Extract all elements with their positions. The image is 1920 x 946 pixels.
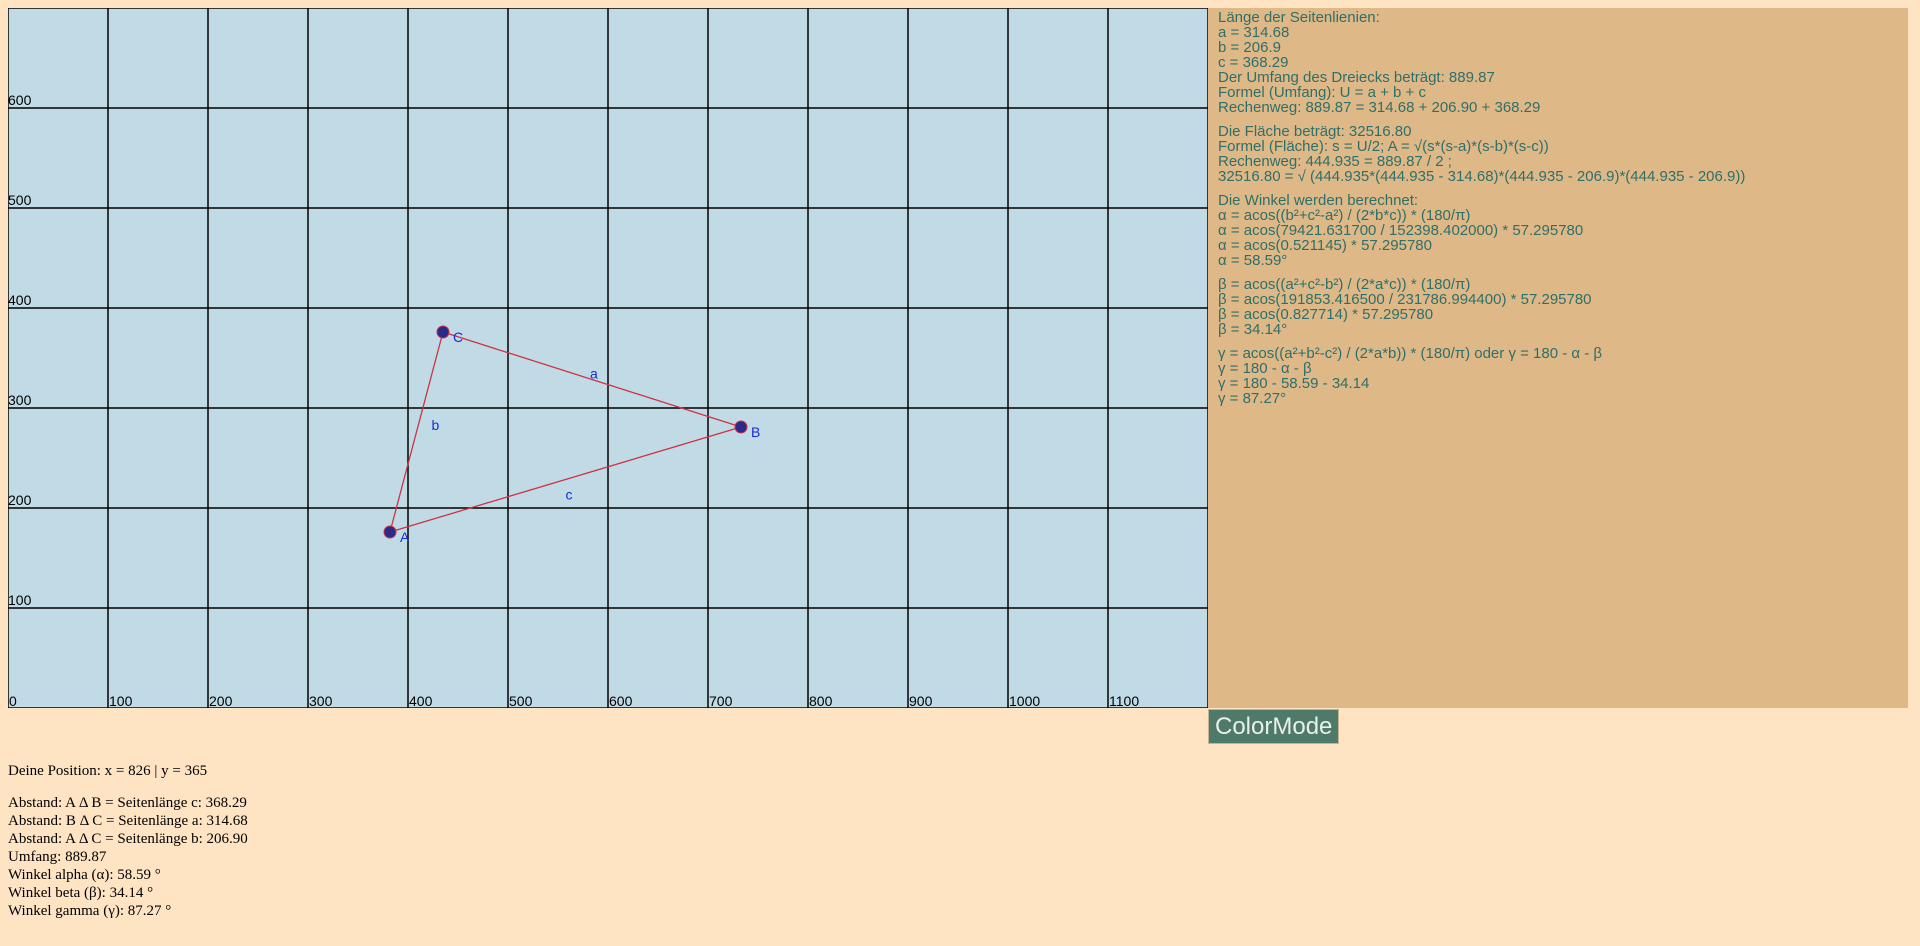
point-B[interactable]: [734, 420, 748, 434]
y-tick-label: 400: [8, 292, 32, 308]
calc-line: Die Fläche beträgt: 32516.80: [1218, 123, 1412, 140]
angle-beta: Winkel beta (β): 34.14 °: [8, 885, 154, 901]
x-tick-label: 800: [809, 693, 833, 708]
y-tick-label: 500: [8, 192, 32, 208]
x-tick-label: 1100: [1109, 693, 1139, 708]
calc-line: Die Winkel werden berechnet:: [1218, 192, 1419, 209]
calc-line: c = 368.29: [1218, 54, 1289, 71]
mouse-position: Deine Position: x = 826 | y = 365: [8, 763, 208, 779]
x-tick-label: 900: [909, 693, 933, 708]
calc-line: α = 58.59°: [1218, 252, 1288, 269]
x-tick-label: 300: [309, 693, 333, 708]
calc-group-0: Länge der Seitenlienien: a = 314.68 b = 20…: [1218, 10, 1898, 115]
point-label-A: A: [400, 529, 410, 545]
calc-line: α = acos(79421.631700 / 152398.402000) *…: [1218, 222, 1584, 239]
calc-line: α = acos((b²+c²-a²) / (2*b*c)) * (180/π): [1218, 207, 1471, 224]
angle-alpha: Winkel alpha (α): 58.59 °: [8, 867, 161, 883]
x-tick-label: 200: [209, 693, 233, 708]
calc-line: β = acos(191853.416500 / 231786.994400) …: [1218, 291, 1592, 308]
y-tick-label: 300: [8, 392, 32, 408]
calc-line: γ = 180 - α - β: [1218, 360, 1312, 377]
calc-line: γ = 87.27°: [1218, 390, 1287, 407]
calc-line: β = acos(0.827714) * 57.295780: [1218, 306, 1434, 323]
point-A[interactable]: [383, 525, 397, 539]
y-tick-label: 600: [8, 92, 32, 108]
calc-group-3: β = acos((a²+c²-b²) / (2*a*c)) * (180/π)…: [1218, 277, 1898, 337]
perimeter: Umfang: 889.87: [8, 849, 107, 865]
calc-group-1: Die Fläche beträgt: 32516.80 Formel (Fläc…: [1218, 124, 1898, 184]
x-tick-label: 600: [609, 693, 633, 708]
point-label-C: C: [453, 329, 463, 345]
side-label-c: c: [566, 487, 573, 503]
side-label-a: a: [590, 366, 598, 382]
calc-line: γ = acos((a²+b²-c²) / (2*a*b)) * (180/π)…: [1218, 345, 1603, 362]
x-tick-label: 0: [9, 693, 17, 708]
x-tick-label: 1000: [1009, 693, 1040, 708]
calc-line: α = acos(0.521145) * 57.295780: [1218, 237, 1432, 254]
y-tick-label: 200: [8, 492, 32, 508]
distance-ac: Abstand: A Δ C = Seitenlänge b: 206.90: [8, 831, 248, 847]
x-tick-label: 100: [109, 693, 133, 708]
distance-bc: Abstand: B Δ C = Seitenlänge a: 314.68: [8, 813, 248, 829]
calc-line: Rechenweg: 889.87 = 314.68 + 206.90 + 36…: [1218, 99, 1541, 116]
calc-line: Länge der Seitenlienien:: [1218, 9, 1380, 26]
calculation-panel: Länge der Seitenlienien: a = 314.68 b = 20…: [1208, 8, 1908, 708]
calc-line: Der Umfang des Dreiecks beträgt: 889.87: [1218, 69, 1495, 86]
calc-group-2: Die Winkel werden berechnet: α = acos((b²…: [1218, 193, 1898, 268]
calc-group-4: γ = acos((a²+b²-c²) / (2*a*b)) * (180/π)…: [1218, 346, 1898, 406]
angle-gamma: Winkel gamma (γ): 87.27 °: [8, 903, 172, 919]
x-tick-label: 400: [409, 693, 433, 708]
calc-line: β = 34.14°: [1218, 321, 1288, 338]
color-mode-button[interactable]: ColorMode: [1208, 709, 1340, 744]
calc-line: b = 206.9: [1218, 39, 1281, 56]
calc-line: Formel (Fläche): s = U/2; A = √(s*(s-a)*…: [1218, 138, 1549, 155]
distance-ab: Abstand: A Δ B = Seitenlänge c: 368.29: [8, 795, 247, 811]
calc-line: γ = 180 - 58.59 - 34.14: [1218, 375, 1370, 392]
x-tick-label: 500: [509, 693, 533, 708]
calc-line: Formel (Umfang): U = a + b + c: [1218, 84, 1426, 101]
point-label-B: B: [751, 424, 760, 440]
calc-line: β = acos((a²+c²-b²) / (2*a*c)) * (180/π): [1218, 276, 1471, 293]
y-tick-label: 100: [8, 592, 32, 608]
drawing-canvas[interactable]: 0 100 200 300 400 500 600 700 800 900 1000 1100 100 2…: [8, 8, 1208, 708]
calc-line: a = 314.68: [1218, 24, 1290, 41]
side-label-b: b: [432, 417, 440, 433]
bottom-info: Deine Position: x = 826 | y = 365 Abstan…: [8, 762, 248, 920]
x-tick-label: 700: [709, 693, 733, 708]
coordinate-grid[interactable]: 0 100 200 300 400 500 600 700 800 900 1000 1100 100 2…: [8, 8, 1208, 708]
point-C[interactable]: [436, 325, 450, 339]
calc-line: 32516.80 = √ (444.935*(444.935 - 314.68)…: [1218, 168, 1746, 185]
calc-line: Rechenweg: 444.935 = 889.87 / 2 ;: [1218, 153, 1452, 170]
